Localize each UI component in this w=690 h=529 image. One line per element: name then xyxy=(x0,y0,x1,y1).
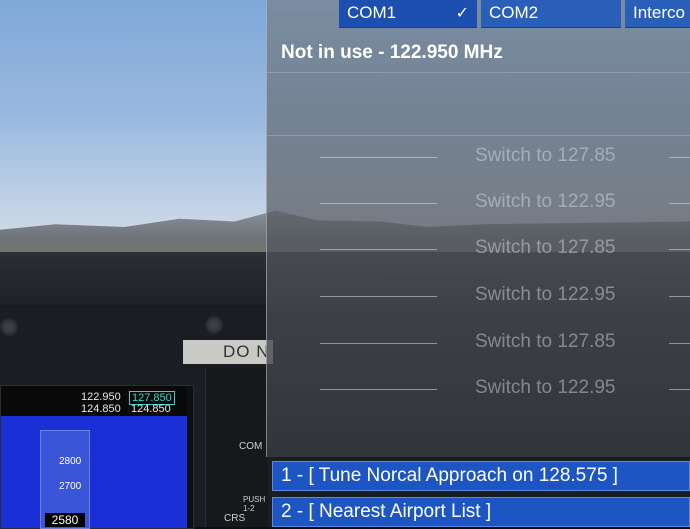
option-row[interactable]: Switch to 122.95 xyxy=(267,183,690,223)
option-row[interactable]: Switch to 122.95 xyxy=(267,276,690,316)
tab-intercom[interactable]: Interco xyxy=(625,0,690,28)
tab-label: Interco xyxy=(633,3,685,22)
audio-knob-panel: COM PUSH 1-2 CRS xyxy=(205,368,268,527)
com1-active-frequency: 122.950 xyxy=(81,391,121,403)
atc-menu-item-nearest-airport[interactable]: 2 - [ Nearest Airport List ] xyxy=(272,497,690,527)
radio-tabs: COM1 ✓ COM2 Interco xyxy=(339,0,690,28)
option-row[interactable]: Switch to 127.85 xyxy=(267,229,690,269)
push-label: PUSH 1-2 xyxy=(243,495,266,513)
altitude-tick: 2800 xyxy=(59,456,82,467)
checkmark-icon: ✓ xyxy=(455,5,469,22)
atc-panel: COM1 ✓ COM2 Interco Not in use - 122.950… xyxy=(266,0,690,457)
com-knob-label: COM xyxy=(239,441,263,452)
placard: DO N xyxy=(183,340,273,364)
option-label: Switch to 122.95 xyxy=(475,191,616,212)
option-label: Switch to 127.85 xyxy=(475,237,616,258)
tab-label: COM1 xyxy=(347,3,397,22)
option-row[interactable]: Switch to 122.95 xyxy=(267,369,690,409)
option-line xyxy=(669,389,690,390)
com2-active-frequency: 124.850 xyxy=(81,403,121,415)
panel-screw xyxy=(205,316,223,334)
option-label: Switch to 122.95 xyxy=(475,377,616,398)
crs-knob-label: CRS xyxy=(224,513,246,524)
tab-com1[interactable]: COM1 ✓ xyxy=(339,0,477,28)
option-label: Switch to 122.95 xyxy=(475,284,616,305)
g1000-pfd: 122.950 127.850 124.850 124.850 xyxy=(0,385,194,529)
option-line xyxy=(669,296,690,297)
option-line xyxy=(669,203,690,204)
option-label: Switch to 127.85 xyxy=(475,145,616,166)
tab-com2[interactable]: COM2 xyxy=(481,0,621,28)
option-line xyxy=(669,249,690,250)
altitude-readout: 2580 xyxy=(45,513,85,527)
option-label: Switch to 127.85 xyxy=(475,331,616,352)
option-line xyxy=(320,203,437,204)
com2-standby-frequency: 124.850 xyxy=(131,403,171,415)
pfd-screen xyxy=(1,416,187,528)
tab-label: COM2 xyxy=(489,3,539,22)
divider xyxy=(267,72,690,73)
option-line xyxy=(320,249,437,250)
com-frequency-bar: 122.950 127.850 124.850 124.850 xyxy=(1,386,187,416)
option-line xyxy=(320,157,437,158)
radio-status: Not in use - 122.950 MHz xyxy=(281,42,503,63)
option-line xyxy=(320,389,437,390)
option-line xyxy=(320,296,437,297)
option-line xyxy=(669,343,690,344)
atc-menu-item-tune-approach[interactable]: 1 - [ Tune Norcal Approach on 128.575 ] xyxy=(272,461,690,491)
option-line xyxy=(320,343,437,344)
altitude-tick: 2700 xyxy=(59,481,82,492)
option-row[interactable]: Switch to 127.85 xyxy=(267,137,690,177)
option-line xyxy=(669,157,690,158)
panel-screw xyxy=(0,318,18,336)
divider xyxy=(267,135,690,136)
option-row[interactable]: Switch to 127.85 xyxy=(267,323,690,363)
